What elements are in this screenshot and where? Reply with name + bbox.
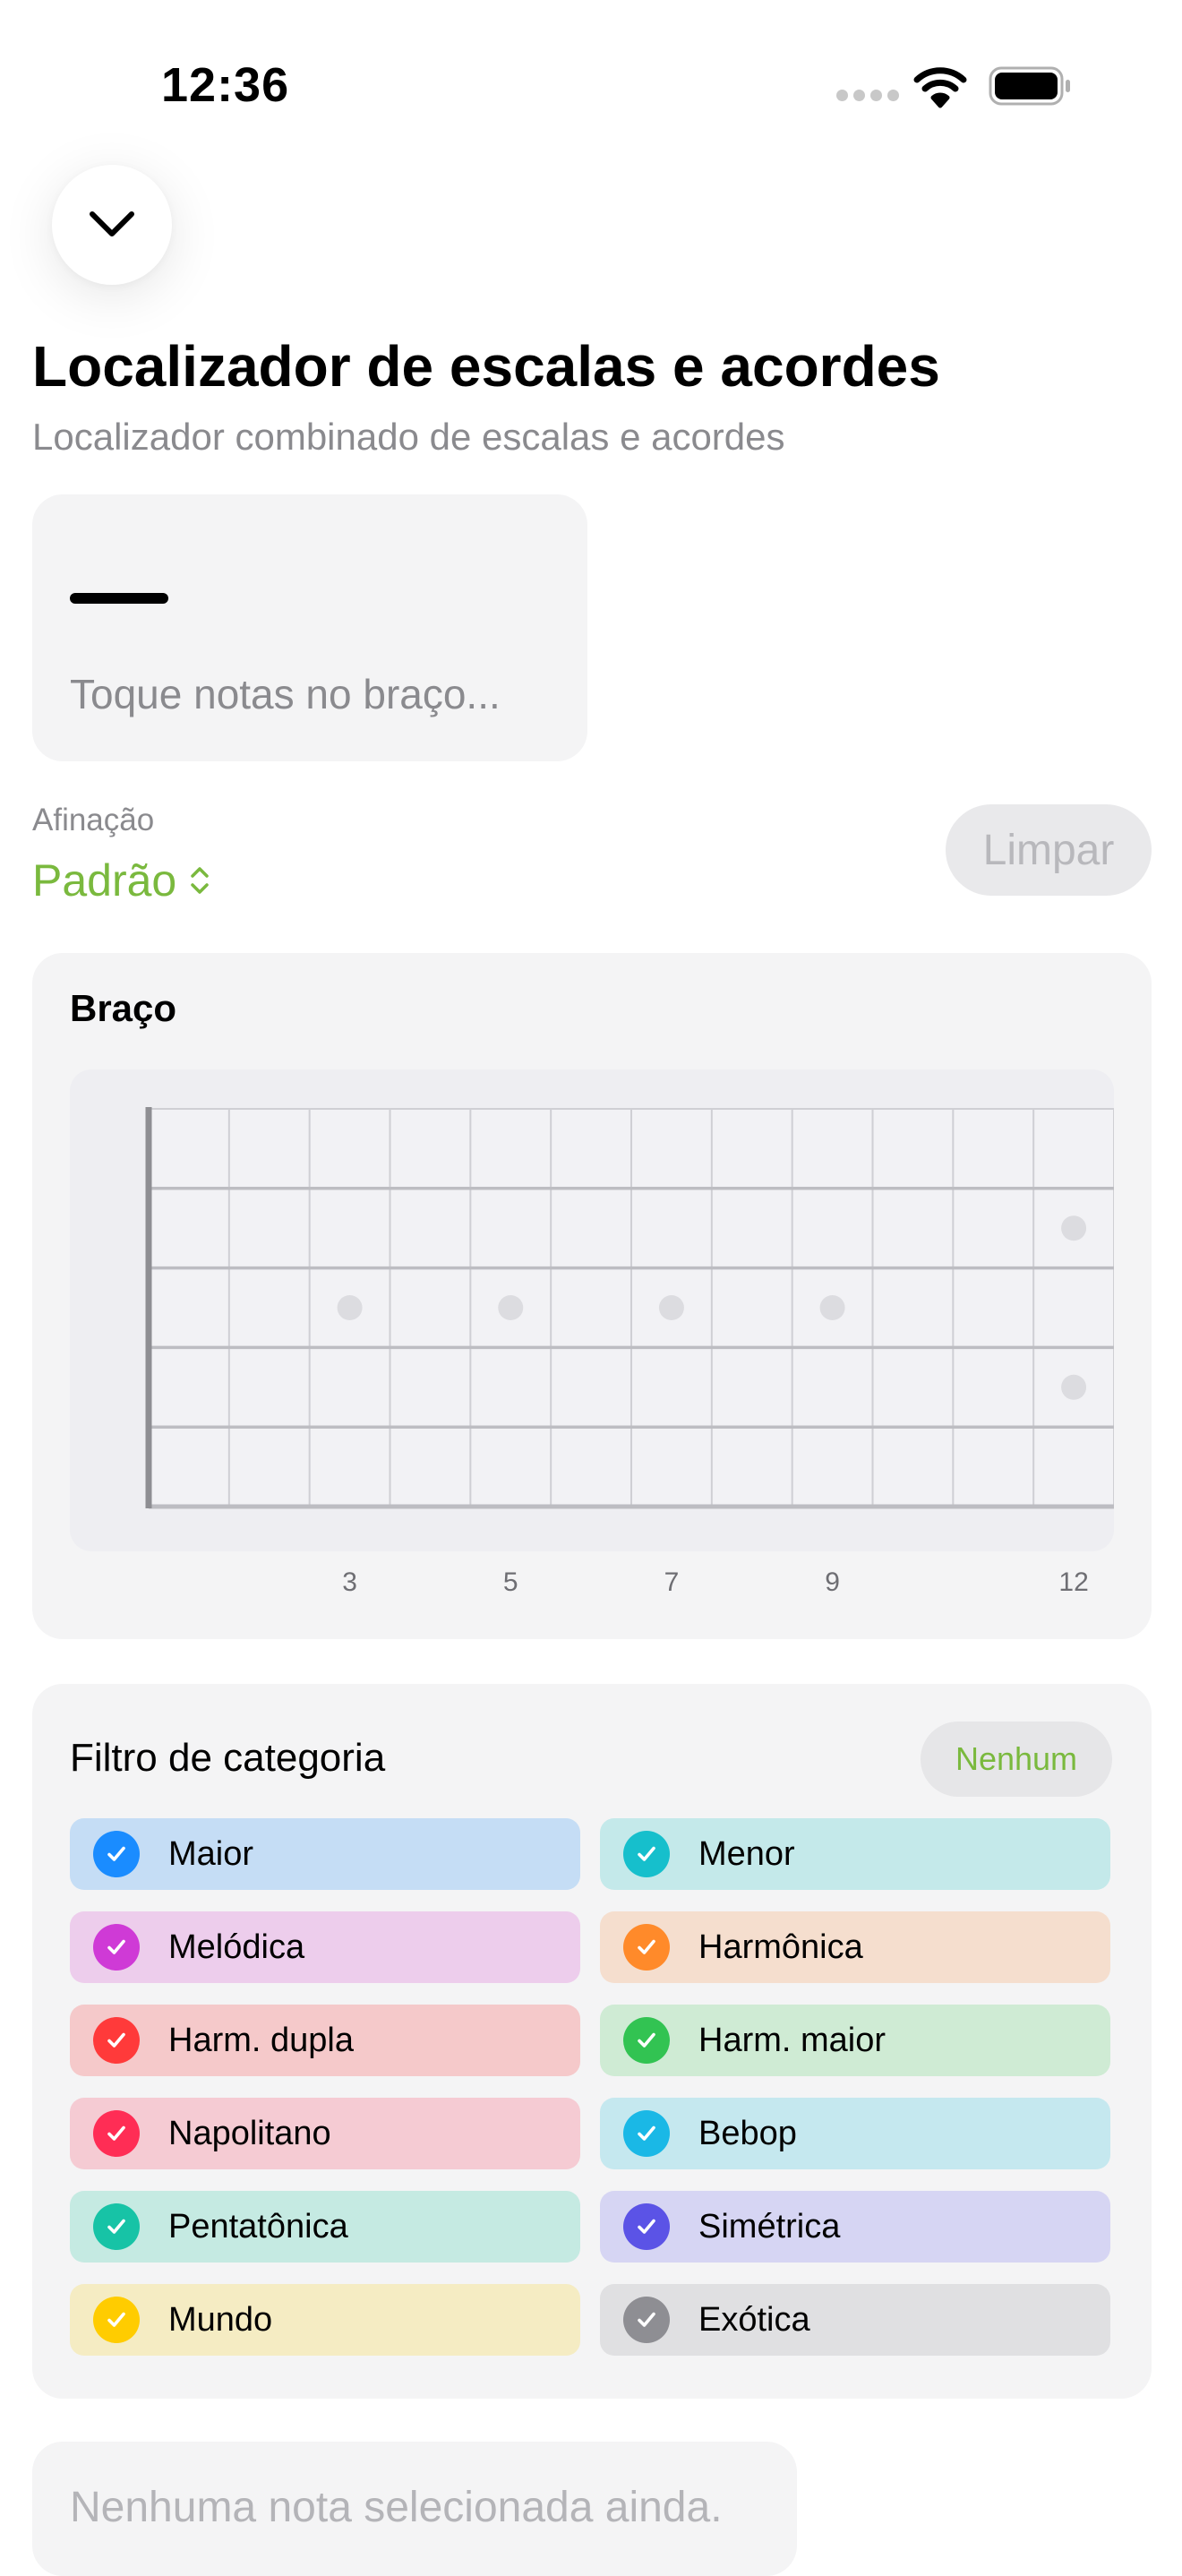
category-chip-label: Napolitano xyxy=(168,2114,331,2152)
category-chip[interactable]: Napolitano xyxy=(70,2098,580,2169)
notes-placeholder: Toque notas no braço... xyxy=(70,671,501,717)
category-chip[interactable]: Harm. dupla xyxy=(70,2005,580,2076)
category-chip-label: Bebop xyxy=(698,2114,797,2152)
collapse-button[interactable] xyxy=(52,165,172,285)
page-subtitle: Localizador combinado de escalas e acord… xyxy=(32,416,785,458)
fret-number-label: 5 xyxy=(502,1567,518,1597)
category-chip-label: Pentatônica xyxy=(168,2207,348,2245)
page-title: Localizador de escalas e acordes xyxy=(32,334,940,399)
inlay-dot xyxy=(498,1295,524,1320)
fretboard-title: Braço xyxy=(70,987,177,1029)
chevron-up-down-icon xyxy=(191,867,209,894)
fretboard[interactable] xyxy=(70,1069,1114,1551)
category-filter-card: Filtro de categoria Nenhum Maior Menor Mel… xyxy=(32,1684,1152,2399)
category-chip[interactable]: Simétrica xyxy=(600,2191,1110,2263)
category-chip[interactable]: Melódica xyxy=(70,1911,580,1983)
inlay-dot xyxy=(337,1295,363,1320)
category-chip[interactable]: Menor xyxy=(600,1818,1110,1890)
checkmark-icon xyxy=(93,2297,140,2343)
category-chip-label: Mundo xyxy=(168,2300,273,2339)
wifi-icon xyxy=(913,64,967,109)
category-chip[interactable]: Maior xyxy=(70,1818,580,1890)
empty-results-text: Nenhuma nota selecionada ainda. xyxy=(70,2484,723,2531)
inlay-dot xyxy=(819,1295,845,1320)
checkmark-icon xyxy=(623,1831,670,1877)
checkmark-icon xyxy=(623,2203,670,2250)
fretboard-grid[interactable] xyxy=(70,1069,1114,1551)
fret-number-label: 7 xyxy=(664,1567,680,1597)
tuning-selector[interactable]: Padrão xyxy=(32,854,210,906)
category-chip-label: Harm. dupla xyxy=(168,2021,354,2059)
empty-notes-dash xyxy=(70,593,168,604)
category-chip-label: Menor xyxy=(698,1834,795,1873)
fretboard-card: Braço 3 5 7 9 12 xyxy=(32,953,1152,1639)
category-chip[interactable]: Harm. maior xyxy=(600,2005,1110,2076)
category-filter-title: Filtro de categoria xyxy=(70,1736,386,1780)
checkmark-icon xyxy=(623,2110,670,2157)
category-chip-label: Maior xyxy=(168,1834,254,1873)
checkmark-icon xyxy=(623,2297,670,2343)
category-chip[interactable]: Mundo xyxy=(70,2284,580,2356)
clear-button[interactable]: Limpar xyxy=(946,804,1152,896)
checkmark-icon xyxy=(93,1831,140,1877)
cellular-signal-icon xyxy=(836,90,899,102)
checkmark-icon xyxy=(93,1924,140,1971)
chevron-down-icon xyxy=(90,211,134,236)
category-chip[interactable]: Pentatônica xyxy=(70,2191,580,2263)
category-chip-label: Exótica xyxy=(698,2300,810,2339)
fret-number-label: 9 xyxy=(825,1567,840,1597)
select-none-button[interactable]: Nenhum xyxy=(921,1722,1112,1797)
checkmark-icon xyxy=(93,2017,140,2064)
category-chip-label: Harmônica xyxy=(698,1928,863,1966)
results-empty-state: Nenhuma nota selecionada ainda. xyxy=(32,2442,797,2576)
fret-number-label: 3 xyxy=(342,1567,357,1597)
checkmark-icon xyxy=(623,2017,670,2064)
category-chip[interactable]: Exótica xyxy=(600,2284,1110,2356)
category-chip[interactable]: Bebop xyxy=(600,2098,1110,2169)
category-chip-label: Simétrica xyxy=(698,2207,841,2245)
inlay-dot xyxy=(1061,1215,1087,1241)
category-chip[interactable]: Harmônica xyxy=(600,1911,1110,1983)
tuning-value: Padrão xyxy=(32,855,177,906)
category-chip-label: Harm. maior xyxy=(698,2021,886,2059)
inlay-dot xyxy=(1061,1374,1087,1400)
selected-notes-panel: Toque notas no braço... xyxy=(32,494,587,761)
inlay-dot xyxy=(658,1295,684,1320)
category-chip-label: Melódica xyxy=(168,1928,305,1966)
status-time: 12:36 xyxy=(161,58,290,112)
battery-icon xyxy=(989,66,1073,106)
checkmark-icon xyxy=(623,1924,670,1971)
checkmark-icon xyxy=(93,2110,140,2157)
fret-number-label: 12 xyxy=(1058,1567,1089,1597)
checkmark-icon xyxy=(93,2203,140,2250)
tuning-label: Afinação xyxy=(32,803,155,837)
